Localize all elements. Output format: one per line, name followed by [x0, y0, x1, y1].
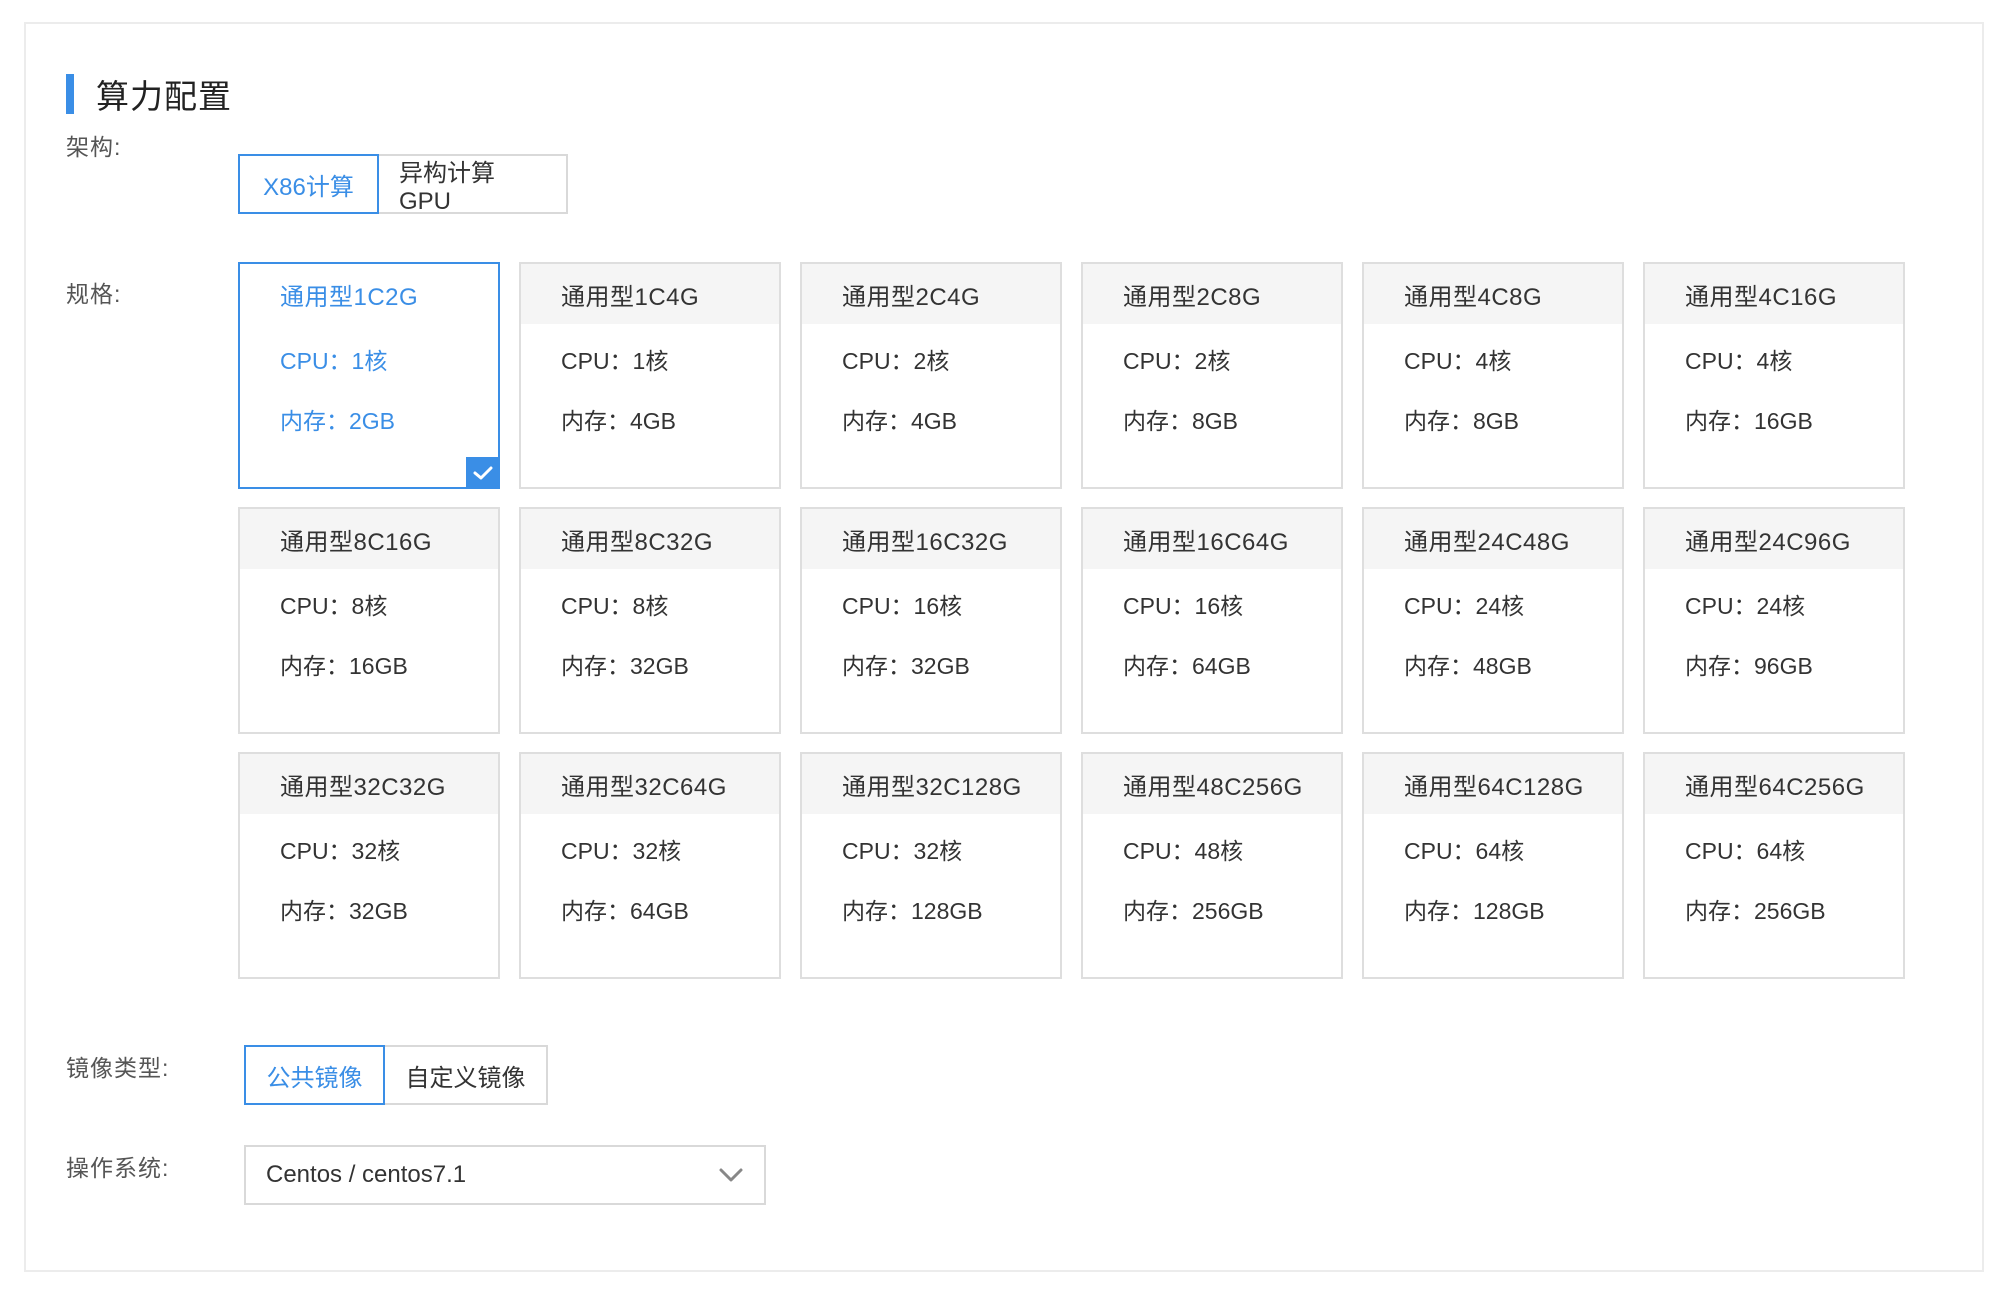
spec-card-memory: 内存：256GB: [1685, 898, 1826, 924]
spec-card-title: 通用型24C48G: [1364, 509, 1622, 569]
spec-card[interactable]: 通用型2C4G CPU：2核 内存：4GB: [800, 262, 1062, 489]
spec-card-title: 通用型8C32G: [521, 509, 779, 569]
architecture-option-x86[interactable]: X86计算: [238, 154, 379, 214]
spec-card[interactable]: 通用型32C128G CPU：32核 内存：128GB: [800, 752, 1062, 979]
section-title: 算力配置: [96, 78, 232, 115]
chevron-down-icon: [719, 1168, 743, 1182]
spec-card-memory: 内存：2GB: [280, 408, 396, 434]
image-type-option-custom[interactable]: 自定义镜像: [383, 1045, 548, 1105]
spec-card-memory: 内存：4GB: [561, 408, 677, 434]
spec-card-memory: 内存：32GB: [561, 653, 689, 679]
spec-card-memory: 内存：16GB: [280, 653, 408, 679]
spec-card[interactable]: 通用型4C16G CPU：4核 内存：16GB: [1643, 262, 1905, 489]
spec-card-memory: 内存：128GB: [842, 898, 983, 924]
spec-card-memory: 内存：8GB: [1123, 408, 1239, 434]
spec-card[interactable]: 通用型64C256G CPU：64核 内存：256GB: [1643, 752, 1905, 979]
spec-card-memory: 内存：48GB: [1404, 653, 1532, 679]
os-select[interactable]: Centos / centos7.1: [244, 1145, 766, 1205]
spec-card-title: 通用型16C32G: [802, 509, 1060, 569]
spec-card[interactable]: 通用型8C16G CPU：8核 内存：16GB: [238, 507, 500, 734]
architecture-label: 架构:: [66, 134, 122, 160]
spec-card[interactable]: 通用型4C8G CPU：4核 内存：8GB: [1362, 262, 1624, 489]
spec-card-memory: 内存：32GB: [842, 653, 970, 679]
spec-card-cpu: CPU：8核: [280, 593, 388, 619]
spec-card-cpu: CPU：4核: [1404, 348, 1512, 374]
spec-card-cpu: CPU：1核: [561, 348, 669, 374]
spec-card-title: 通用型24C96G: [1645, 509, 1903, 569]
spec-card-cpu: CPU：16核: [1123, 593, 1244, 619]
compute-config-panel: 算力配置 架构: X86计算 异构计算GPU 规格: 通用型1C2G CPU：1核…: [24, 22, 1984, 1272]
spec-card-memory: 内存：8GB: [1404, 408, 1520, 434]
image-type-segmented-control: 公共镜像 自定义镜像: [244, 1045, 548, 1105]
spec-card-title: 通用型16C64G: [1083, 509, 1341, 569]
spec-card[interactable]: 通用型24C48G CPU：24核 内存：48GB: [1362, 507, 1624, 734]
architecture-segmented-control: X86计算 异构计算GPU: [238, 154, 568, 215]
spec-card-memory: 内存：4GB: [842, 408, 958, 434]
spec-card-title: 通用型64C128G: [1364, 754, 1622, 814]
spec-card-cpu: CPU：16核: [842, 593, 963, 619]
spec-card[interactable]: 通用型16C64G CPU：16核 内存：64GB: [1081, 507, 1343, 734]
spec-card-cpu: CPU：48核: [1123, 838, 1244, 864]
spec-card-cpu: CPU：24核: [1685, 593, 1806, 619]
architecture-option-gpu[interactable]: 异构计算GPU: [377, 154, 568, 215]
spec-card-title: 通用型1C4G: [521, 264, 779, 324]
spec-card-title: 通用型8C16G: [240, 509, 498, 569]
spec-card-cpu: CPU：8核: [561, 593, 669, 619]
spec-card-title: 通用型4C16G: [1645, 264, 1903, 324]
section-header: 算力配置: [66, 74, 232, 115]
spec-card[interactable]: 通用型16C32G CPU：16核 内存：32GB: [800, 507, 1062, 734]
spec-card[interactable]: 通用型1C4G CPU：1核 内存：4GB: [519, 262, 781, 489]
spec-card-cpu: CPU：32核: [842, 838, 963, 864]
spec-card[interactable]: 通用型8C32G CPU：8核 内存：32GB: [519, 507, 781, 734]
spec-card-title: 通用型32C32G: [240, 754, 498, 814]
spec-card[interactable]: 通用型32C64G CPU：32核 内存：64GB: [519, 752, 781, 979]
spec-card[interactable]: 通用型48C256G CPU：48核 内存：256GB: [1081, 752, 1343, 979]
spec-card-title: 通用型1C2G: [240, 264, 498, 324]
spec-card[interactable]: 通用型32C32G CPU：32核 内存：32GB: [238, 752, 500, 979]
spec-card-grid: 通用型1C2G CPU：1核 内存：2GB 通用型1C4G CPU：1核 内存：4GB 通用…: [238, 262, 1905, 979]
title-accent-bar: [66, 74, 74, 114]
spec-card-title: 通用型48C256G: [1083, 754, 1341, 814]
spec-card-cpu: CPU：2核: [1123, 348, 1231, 374]
image-type-label: 镜像类型:: [66, 1055, 170, 1081]
spec-card-cpu: CPU：1核: [280, 348, 388, 374]
spec-card-cpu: CPU：32核: [561, 838, 682, 864]
spec-card-title: 通用型32C128G: [802, 754, 1060, 814]
spec-card-memory: 内存：64GB: [1123, 653, 1251, 679]
spec-card-cpu: CPU：2核: [842, 348, 950, 374]
spec-card-cpu: CPU：4核: [1685, 348, 1793, 374]
spec-card-memory: 内存：96GB: [1685, 653, 1813, 679]
selected-corner-badge: [466, 457, 500, 489]
spec-card-title: 通用型2C4G: [802, 264, 1060, 324]
spec-card-cpu: CPU：64核: [1685, 838, 1806, 864]
spec-card-memory: 内存：256GB: [1123, 898, 1264, 924]
image-type-option-public[interactable]: 公共镜像: [244, 1045, 385, 1105]
spec-card-title: 通用型2C8G: [1083, 264, 1341, 324]
spec-card-memory: 内存：16GB: [1685, 408, 1813, 434]
spec-card-cpu: CPU：64核: [1404, 838, 1525, 864]
spec-card-memory: 内存：64GB: [561, 898, 689, 924]
os-label: 操作系统:: [66, 1155, 170, 1181]
checkmark-icon: [473, 466, 493, 480]
spec-card[interactable]: 通用型1C2G CPU：1核 内存：2GB: [238, 262, 500, 489]
spec-card-title: 通用型64C256G: [1645, 754, 1903, 814]
spec-card-memory: 内存：128GB: [1404, 898, 1545, 924]
spec-card-cpu: CPU：32核: [280, 838, 401, 864]
os-select-value: Centos / centos7.1: [266, 1161, 467, 1188]
spec-card[interactable]: 通用型64C128G CPU：64核 内存：128GB: [1362, 752, 1624, 979]
spec-card-cpu: CPU：24核: [1404, 593, 1525, 619]
spec-card-memory: 内存：32GB: [280, 898, 408, 924]
spec-card-title: 通用型32C64G: [521, 754, 779, 814]
spec-label: 规格:: [66, 281, 122, 307]
spec-card[interactable]: 通用型2C8G CPU：2核 内存：8GB: [1081, 262, 1343, 489]
spec-card-title: 通用型4C8G: [1364, 264, 1622, 324]
spec-card[interactable]: 通用型24C96G CPU：24核 内存：96GB: [1643, 507, 1905, 734]
